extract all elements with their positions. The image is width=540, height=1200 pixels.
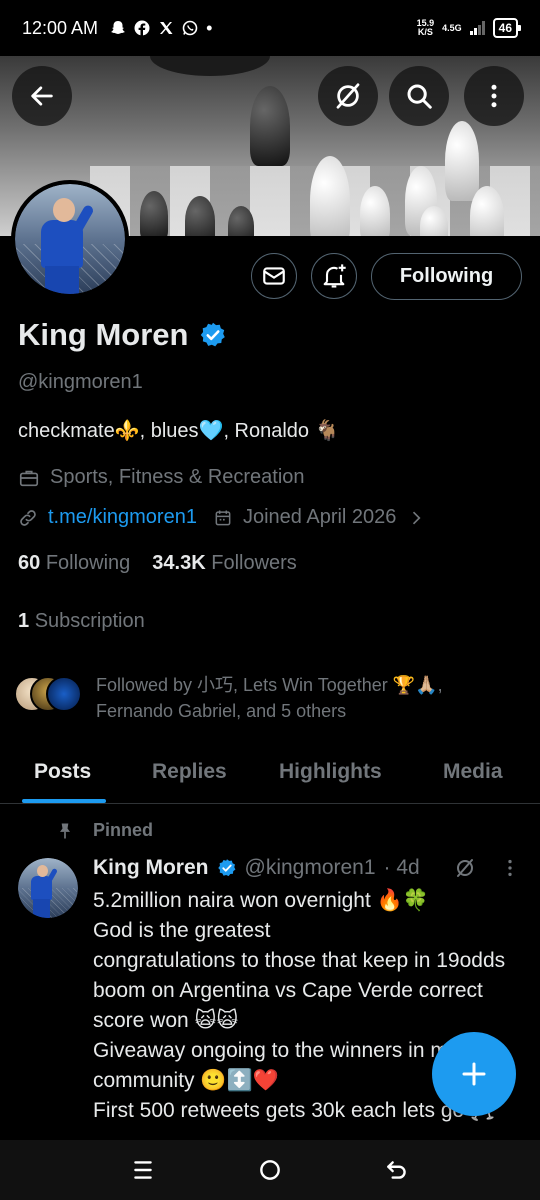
message-button[interactable] (251, 253, 297, 299)
following-count: 60 (18, 552, 41, 574)
banner-piece (445, 121, 479, 201)
category-row: Sports, Fitness & Recreation (18, 466, 305, 489)
arrow-left-icon (31, 86, 53, 106)
more-vertical-icon (491, 84, 497, 108)
back-nav-icon[interactable] (384, 1157, 410, 1183)
tab-posts[interactable]: Posts (34, 760, 91, 784)
x-logo-icon (160, 22, 173, 34)
profile-handle: @kingmoren1 (18, 371, 143, 393)
facebook-icon (134, 20, 150, 36)
snapchat-icon (111, 21, 126, 34)
tweet-time: · 4d (383, 856, 420, 879)
profile-link[interactable]: t.me/kingmoren1 (48, 506, 197, 529)
avatar-head (53, 198, 75, 222)
pinned-label-row: Pinned (55, 820, 153, 841)
more-notifications-dot-icon: • (206, 18, 213, 38)
profile-name-row: King Moren (18, 317, 227, 353)
whatsapp-icon (182, 20, 198, 36)
subscription-label: Subscription (34, 610, 145, 632)
compose-button[interactable] (432, 1032, 516, 1116)
tab-media[interactable]: Media (443, 760, 503, 784)
plus-icon (462, 1062, 486, 1086)
banner-king-piece (250, 86, 290, 166)
subscription-count: 1 (18, 610, 30, 632)
grok-icon (336, 83, 360, 109)
system-nav-bar (0, 1140, 540, 1200)
bell-plus-icon (323, 264, 346, 288)
following-button[interactable]: Following (371, 253, 522, 300)
avatar-body (41, 220, 83, 268)
verified-badge-icon (200, 322, 225, 347)
profile-category: Sports, Fitness & Recreation (50, 466, 305, 488)
grok-icon[interactable] (453, 856, 477, 880)
tweet-author[interactable]: King Moren (93, 856, 209, 880)
tweet-avatar-image (18, 858, 78, 918)
avatar-legs (45, 266, 79, 294)
profile-avatar[interactable] (11, 180, 129, 298)
subscription-stat[interactable]: 1 Subscription (18, 610, 145, 633)
mail-icon (263, 267, 285, 285)
profile-tabs: Posts Replies Highlights Media (0, 742, 540, 804)
banner-piece (310, 156, 350, 236)
chevron-right-icon[interactable] (406, 508, 426, 528)
home-icon[interactable] (257, 1157, 283, 1183)
followers-label: Followers (211, 552, 297, 574)
tweet-avatar[interactable] (18, 858, 78, 918)
tab-replies[interactable]: Replies (152, 760, 227, 784)
network-speed: 15.9 K/S (417, 19, 435, 37)
signal-icon (469, 21, 485, 35)
banner-piece (360, 186, 390, 236)
avatar-head (37, 865, 48, 877)
recent-apps-icon[interactable] (130, 1157, 156, 1183)
avatar-legs (33, 899, 50, 918)
notification-icons: • (110, 18, 213, 38)
followers-count: 34.3K (152, 552, 206, 574)
profile-bio: checkmate⚜️, blues🩵, Ronaldo 🐐 (18, 420, 340, 442)
tab-highlights[interactable]: Highlights (279, 760, 382, 784)
calendar-icon (215, 510, 231, 525)
profile-name: King Moren (18, 317, 189, 352)
search-icon (407, 84, 432, 109)
back-button[interactable] (12, 66, 72, 126)
avatar-body (31, 876, 52, 900)
active-tab-indicator (22, 799, 106, 803)
network-type: 4.5G (442, 22, 462, 33)
status-right: 15.9 K/S 4.5G 46 (417, 18, 522, 38)
pinned-label: Pinned (93, 820, 154, 840)
follower-avatar (46, 676, 82, 712)
notify-button[interactable] (311, 253, 357, 299)
link-icon (20, 509, 36, 526)
profile-joined: Joined April 2026 (242, 506, 397, 528)
speed-unit: K/S (417, 27, 433, 37)
banner-piece (140, 191, 168, 236)
follow-stats: 60 Following 34.3K Followers (18, 552, 297, 575)
followers-stat[interactable]: 34.3K Followers (152, 552, 297, 575)
followed-by-row[interactable]: Followed by 小巧, Lets Win Together 🏆🙏🏼, F… (14, 672, 524, 724)
link-joined-row: t.me/kingmoren1 Joined April 2026 (18, 506, 426, 529)
more-vertical-icon[interactable] (499, 857, 521, 879)
search-button[interactable] (389, 66, 449, 126)
status-time: 12:00 AM (22, 17, 99, 38)
pin-icon (60, 823, 70, 838)
more-options-button[interactable] (464, 66, 524, 126)
tweet-handle[interactable]: @kingmoren1 (245, 856, 376, 880)
briefcase-icon (19, 470, 39, 486)
followed-by-text: Followed by 小巧, Lets Win Together 🏆🙏🏼, F… (96, 675, 443, 721)
tweet-header: King Moren @kingmoren1 · 4d (93, 856, 533, 880)
grok-button[interactable] (318, 66, 378, 126)
following-label: Following (45, 552, 131, 574)
followed-by-avatars (14, 672, 84, 712)
battery-icon: 46 (492, 18, 522, 38)
following-stat[interactable]: 60 Following (18, 552, 130, 575)
verified-badge-icon (217, 859, 235, 877)
banner-hand (150, 56, 270, 76)
avatar-image (15, 184, 125, 294)
status-bar: 12:00 AM • 15.9 K/S 4.5G 46 (0, 0, 540, 56)
